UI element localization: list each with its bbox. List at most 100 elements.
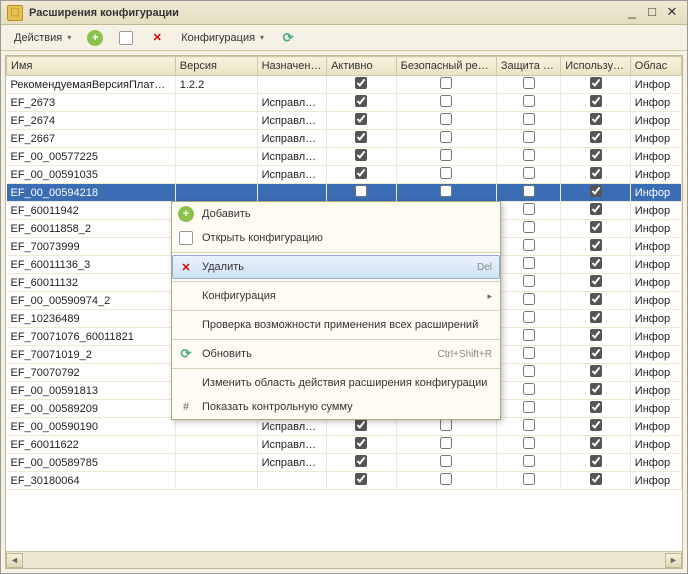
checkbox[interactable] [355,419,367,431]
checkbox[interactable] [523,455,535,467]
checkbox[interactable] [355,77,367,89]
ctx-check[interactable]: Проверка возможности применения всех рас… [172,313,500,337]
table-row[interactable]: EF_00_00590190Исправлен...Инфор [7,418,682,436]
checkbox[interactable] [590,401,602,413]
table-row[interactable]: РекомендуемаяВерсияПлатфо...1.2.2Инфор [7,76,682,94]
ctx-checksum[interactable]: # Показать контрольную сумму [172,395,500,419]
checkbox[interactable] [590,383,602,395]
checkbox[interactable] [523,329,535,341]
table-row[interactable]: EF_60011622Исправлен...Инфор [7,436,682,454]
add-button[interactable]: + [80,27,110,49]
actions-menu[interactable]: Действия [7,29,78,47]
checkbox[interactable] [355,149,367,161]
horizontal-scrollbar[interactable]: ◄ ► [6,551,682,568]
ctx-config[interactable]: Конфигурация [172,284,500,308]
delete-button[interactable]: ✕ [142,27,172,49]
checkbox[interactable] [355,113,367,125]
checkbox[interactable] [523,383,535,395]
checkbox[interactable] [355,473,367,485]
table-row[interactable]: EF_2667Исправлен...Инфор [7,130,682,148]
checkbox[interactable] [523,185,535,197]
checkbox[interactable] [440,473,452,485]
scroll-right-button[interactable]: ► [665,553,682,568]
checkbox[interactable] [590,347,602,359]
checkbox[interactable] [355,95,367,107]
column-header[interactable]: Активно [327,57,397,76]
column-header[interactable]: Используе... [561,57,631,76]
checkbox[interactable] [355,455,367,467]
table-row[interactable]: EF_00_00589785Исправлен...Инфор [7,454,682,472]
checkbox[interactable] [440,149,452,161]
checkbox[interactable] [523,131,535,143]
checkbox[interactable] [523,365,535,377]
column-header[interactable]: Версия [175,57,257,76]
ctx-refresh[interactable]: ⟳ Обновить Ctrl+Shift+R [172,342,500,366]
checkbox[interactable] [440,77,452,89]
checkbox[interactable] [590,239,602,251]
checkbox[interactable] [590,329,602,341]
checkbox[interactable] [590,311,602,323]
checkbox[interactable] [590,131,602,143]
column-header[interactable]: Назначение [257,57,327,76]
checkbox[interactable] [523,239,535,251]
table-row[interactable]: EF_30180064Инфор [7,472,682,490]
checkbox[interactable] [590,257,602,269]
checkbox[interactable] [523,149,535,161]
checkbox[interactable] [590,149,602,161]
table-row[interactable]: EF_00_00594218Инфор [7,184,682,202]
checkbox[interactable] [590,365,602,377]
checkbox[interactable] [590,185,602,197]
table-row[interactable]: EF_00_00577225Исправлен...Инфор [7,148,682,166]
ctx-scope[interactable]: Изменить область действия расширения кон… [172,371,500,395]
table-row[interactable]: EF_2673Исправлен...Инфор [7,94,682,112]
checkbox[interactable] [440,113,452,125]
table-row[interactable]: EF_2674Исправлен...Инфор [7,112,682,130]
checkbox[interactable] [590,473,602,485]
checkbox[interactable] [590,113,602,125]
checkbox[interactable] [440,185,452,197]
column-header[interactable]: Облас [630,57,681,76]
ctx-delete[interactable]: ✕ Удалить Del [172,255,500,279]
checkbox[interactable] [590,275,602,287]
maximize-button[interactable]: □ [643,5,661,21]
checkbox[interactable] [355,437,367,449]
checkbox[interactable] [523,437,535,449]
checkbox[interactable] [590,167,602,179]
column-header[interactable]: Защита от ... [496,57,560,76]
checkbox[interactable] [523,293,535,305]
minimize-button[interactable]: _ [623,5,641,21]
checkbox[interactable] [523,221,535,233]
checkbox[interactable] [523,275,535,287]
open-button[interactable] [112,28,140,48]
checkbox[interactable] [355,131,367,143]
checkbox[interactable] [590,419,602,431]
checkbox[interactable] [523,473,535,485]
checkbox[interactable] [590,95,602,107]
column-header[interactable]: Безопасный реж... [396,57,496,76]
checkbox[interactable] [590,221,602,233]
checkbox[interactable] [523,401,535,413]
checkbox[interactable] [523,95,535,107]
checkbox[interactable] [440,437,452,449]
table-row[interactable]: EF_00_00591035Исправлен...Инфор [7,166,682,184]
checkbox[interactable] [590,455,602,467]
checkbox[interactable] [523,419,535,431]
config-menu[interactable]: Конфигурация [174,29,271,47]
checkbox[interactable] [523,203,535,215]
checkbox[interactable] [523,113,535,125]
close-button[interactable]: ✕ [663,5,681,21]
refresh-button[interactable]: ⟳ [273,27,303,49]
checkbox[interactable] [523,167,535,179]
checkbox[interactable] [440,95,452,107]
checkbox[interactable] [590,437,602,449]
checkbox[interactable] [523,77,535,89]
checkbox[interactable] [523,347,535,359]
checkbox[interactable] [355,185,367,197]
scroll-left-button[interactable]: ◄ [6,553,23,568]
column-header[interactable]: Имя [7,57,176,76]
checkbox[interactable] [590,203,602,215]
checkbox[interactable] [523,311,535,323]
checkbox[interactable] [523,257,535,269]
checkbox[interactable] [440,167,452,179]
checkbox[interactable] [590,77,602,89]
